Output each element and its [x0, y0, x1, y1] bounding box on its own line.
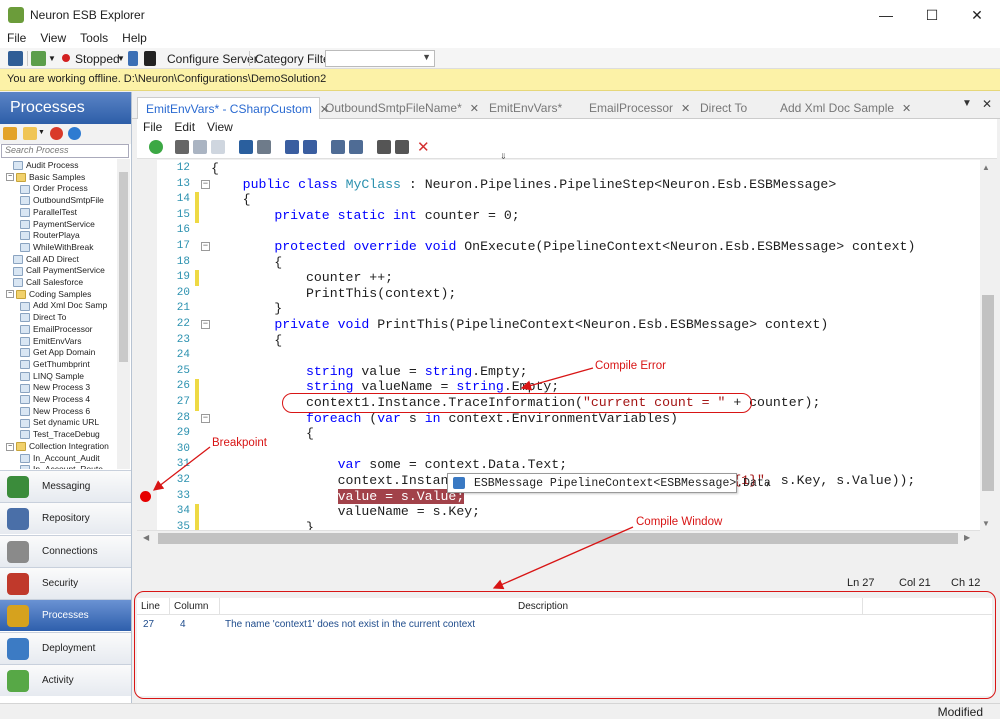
compile-window-arrow — [492, 526, 634, 590]
compile-error-arrow — [520, 367, 594, 391]
breakpoint-arrow — [152, 446, 211, 491]
status-text: Modified — [937, 705, 983, 719]
annotation-arrows — [152, 367, 634, 590]
status-bar: Modified — [0, 703, 1000, 719]
